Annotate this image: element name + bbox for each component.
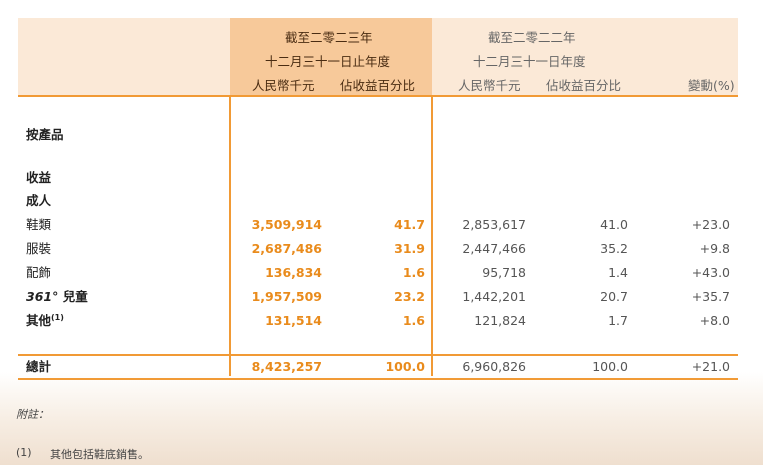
footnote-ref: (1) bbox=[51, 312, 64, 322]
total-rmb-2023: 8,423,257 bbox=[251, 359, 322, 374]
note-1-text: 其他包括鞋底銷售。 bbox=[50, 448, 149, 461]
header-2022-rmb: 人民幣千元 bbox=[458, 78, 521, 93]
pct-2023: 31.9 bbox=[394, 241, 425, 256]
notes-title: 附註： bbox=[16, 408, 49, 421]
row-label: 鞋類 bbox=[26, 217, 52, 232]
rmb-2022: 2,853,617 bbox=[462, 217, 526, 232]
pct-2023: 41.7 bbox=[394, 217, 425, 232]
header-change: 變動(%) bbox=[688, 78, 735, 93]
rmb-2022: 1,442,201 bbox=[462, 289, 526, 304]
rmb-2023: 131,514 bbox=[265, 313, 322, 328]
rmb-2023: 3,509,914 bbox=[251, 217, 322, 232]
total-label: 總計 bbox=[26, 359, 52, 374]
section-by-product: 按產品 bbox=[26, 127, 64, 142]
change: +23.0 bbox=[691, 217, 730, 232]
column-divider-left bbox=[229, 97, 231, 376]
row-label-text: 其他 bbox=[26, 313, 52, 328]
brand-label: 361° bbox=[26, 289, 59, 304]
total-top-rule bbox=[18, 354, 738, 356]
header-2022-pct: 佔收益百分比 bbox=[546, 78, 622, 93]
header-rule bbox=[18, 95, 738, 97]
pct-2022: 1.7 bbox=[608, 313, 628, 328]
total-rmb-2022: 6,960,826 bbox=[462, 359, 526, 374]
total-change: +21.0 bbox=[691, 359, 730, 374]
total-pct-2023: 100.0 bbox=[385, 359, 425, 374]
change: +8.0 bbox=[699, 313, 730, 328]
total-bottom-rule bbox=[18, 378, 738, 380]
row-label: 361° 兒童 bbox=[26, 289, 88, 305]
note-1-marker: (1) bbox=[16, 446, 32, 459]
row-label: 其他(1) bbox=[26, 313, 64, 329]
pct-2023: 1.6 bbox=[402, 265, 425, 280]
change: +9.8 bbox=[699, 241, 730, 256]
rmb-2023: 2,687,486 bbox=[251, 241, 322, 256]
section-revenue: 收益 bbox=[26, 170, 52, 185]
header-2023-rmb: 人民幣千元 bbox=[252, 78, 315, 93]
row-label: 服裝 bbox=[26, 241, 52, 256]
header-2023-pct: 佔收益百分比 bbox=[340, 78, 416, 93]
pct-2022: 35.2 bbox=[600, 241, 628, 256]
change: +35.7 bbox=[691, 289, 730, 304]
change: +43.0 bbox=[691, 265, 730, 280]
rmb-2022: 121,824 bbox=[474, 313, 526, 328]
section-adult: 成人 bbox=[26, 193, 52, 208]
rmb-2023: 136,834 bbox=[265, 265, 322, 280]
column-divider-right bbox=[431, 97, 433, 376]
total-pct-2022: 100.0 bbox=[592, 359, 628, 374]
row-label-text: 兒童 bbox=[62, 289, 88, 304]
header-2023-line1: 截至二零二三年 bbox=[285, 30, 373, 45]
rmb-2023: 1,957,509 bbox=[251, 289, 322, 304]
rmb-2022: 2,447,466 bbox=[462, 241, 526, 256]
pct-2023: 1.6 bbox=[402, 313, 425, 328]
rmb-2022: 95,718 bbox=[482, 265, 526, 280]
pct-2022: 20.7 bbox=[600, 289, 628, 304]
header-2023-line2: 十二月三十一日止年度 bbox=[265, 54, 391, 69]
row-label: 配飾 bbox=[26, 265, 52, 280]
header-2022-line1: 截至二零二二年 bbox=[488, 30, 576, 45]
pct-2022: 1.4 bbox=[608, 265, 628, 280]
pct-2022: 41.0 bbox=[600, 217, 628, 232]
pct-2023: 23.2 bbox=[394, 289, 425, 304]
header-2022-line2: 十二月三十一日年度 bbox=[473, 54, 586, 69]
